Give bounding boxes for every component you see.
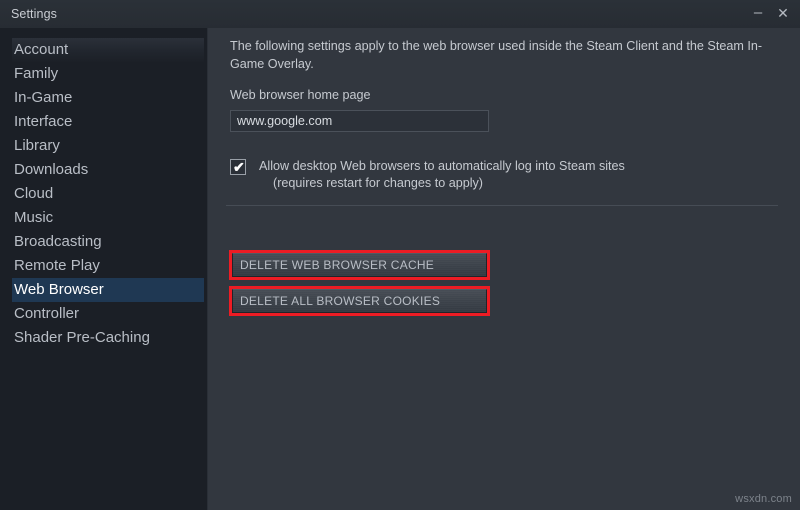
home-page-label: Web browser home page xyxy=(230,88,371,102)
sidebar-item-broadcasting[interactable]: Broadcasting xyxy=(12,230,204,254)
window-controls: – ✕ xyxy=(749,3,792,23)
sidebar-list: Account Family In-Game Interface Library… xyxy=(12,38,204,350)
sidebar-item-web-browser[interactable]: Web Browser xyxy=(12,278,204,302)
minimize-icon[interactable]: – xyxy=(749,3,767,23)
title-bar: Settings – ✕ xyxy=(0,0,800,28)
delete-web-browser-cache-button[interactable]: DELETE WEB BROWSER CACHE xyxy=(232,253,487,277)
checkmark-icon: ✔ xyxy=(233,159,245,175)
sidebar-item-family[interactable]: Family xyxy=(12,62,204,86)
sidebar-item-downloads[interactable]: Downloads xyxy=(12,158,204,182)
auto-login-labels: Allow desktop Web browsers to automatica… xyxy=(259,158,625,192)
sidebar-item-account[interactable]: Account xyxy=(12,38,204,62)
window-title: Settings xyxy=(11,7,57,21)
sidebar-item-music[interactable]: Music xyxy=(12,206,204,230)
window-body: Account Family In-Game Interface Library… xyxy=(0,28,800,510)
auto-login-label-line2: (requires restart for changes to apply) xyxy=(273,176,483,190)
sidebar-item-shader-pre-caching[interactable]: Shader Pre-Caching xyxy=(12,326,204,350)
auto-login-label-line1: Allow desktop Web browsers to automatica… xyxy=(259,159,625,173)
section-divider xyxy=(226,205,778,206)
sidebar-item-library[interactable]: Library xyxy=(12,134,204,158)
delete-all-browser-cookies-button[interactable]: DELETE ALL BROWSER COOKIES xyxy=(232,289,487,313)
sidebar-item-remote-play[interactable]: Remote Play xyxy=(12,254,204,278)
sidebar-item-cloud[interactable]: Cloud xyxy=(12,182,204,206)
auto-login-checkbox[interactable]: ✔ xyxy=(230,159,246,175)
home-page-input[interactable] xyxy=(230,110,489,132)
watermark: wsxdn.com xyxy=(735,493,792,505)
sidebar-item-interface[interactable]: Interface xyxy=(12,110,204,134)
sidebar-item-in-game[interactable]: In-Game xyxy=(12,86,204,110)
sidebar-item-controller[interactable]: Controller xyxy=(12,302,204,326)
auto-login-checkbox-row[interactable]: ✔ Allow desktop Web browsers to automati… xyxy=(230,158,625,192)
intro-description: The following settings apply to the web … xyxy=(230,39,763,71)
settings-window: Settings – ✕ Account Family In-Game Inte… xyxy=(0,0,800,510)
close-icon[interactable]: ✕ xyxy=(774,3,792,23)
settings-sidebar: Account Family In-Game Interface Library… xyxy=(0,28,208,510)
